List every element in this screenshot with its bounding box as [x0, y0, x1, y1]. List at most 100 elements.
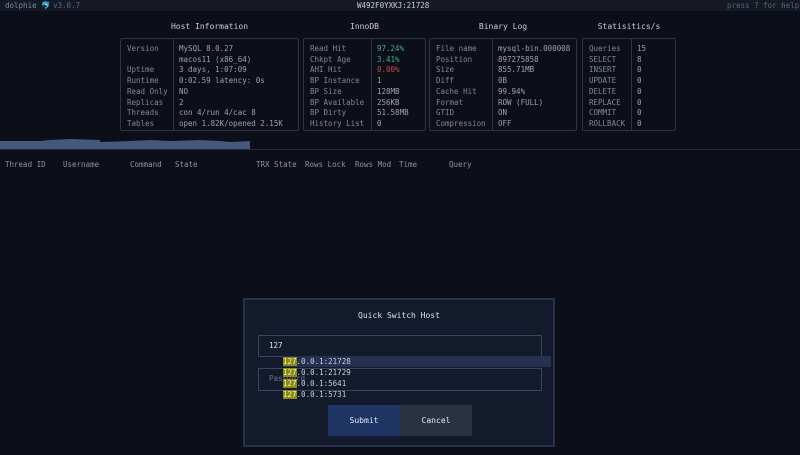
row-label: GTID	[436, 108, 455, 118]
row-value: 0	[637, 97, 642, 107]
row-label: Replicas	[127, 97, 164, 107]
column-header[interactable]: Rows Mod	[355, 160, 391, 169]
divider	[0, 149, 800, 150]
option-text: .0.0.1:21729	[296, 368, 351, 377]
panel-row: BP Available 256KB	[304, 98, 425, 109]
panel-row: Replicas 2	[121, 98, 298, 109]
stats-panel: Read Hit 97.24% Chkpt Age 3.41% AHI Hit 0.00%…	[303, 38, 426, 131]
panel-row: File name mysql-bin.000008	[430, 44, 576, 55]
option-text: .0.0.1:21728	[296, 357, 351, 366]
row-label: BP Size	[310, 86, 342, 96]
column-header[interactable]: Command	[130, 160, 162, 169]
panel-row: Diff 0B	[430, 76, 576, 87]
panel-title: Statisitics/s	[597, 22, 661, 31]
row-value: 897275858	[498, 54, 539, 64]
row-value: ROW (FULL)	[498, 97, 544, 107]
panel-row: SELECT 8	[583, 55, 675, 66]
row-label: Compression	[436, 118, 486, 128]
top-bar: dolphie 🐬 v3.0.7 W492F0YXKJ:21728 press …	[0, 0, 800, 11]
column-header[interactable]: Rows Lock	[305, 160, 346, 169]
row-label: Size	[436, 65, 455, 75]
row-label: Uptime	[127, 65, 155, 75]
row-value: 99.94%	[498, 86, 526, 96]
row-value: 0	[637, 65, 642, 75]
panel-row: macos11 (x86_64)	[121, 55, 298, 66]
column-header[interactable]: State	[175, 160, 198, 169]
row-value: 0:02.59 latency: 0s	[179, 76, 265, 86]
row-value: 256KB	[377, 97, 400, 107]
panel-row: Read Only NO	[121, 87, 298, 98]
row-value: 0	[637, 86, 642, 96]
panel-row: Read Hit 97.24%	[304, 44, 425, 55]
match-highlight: 127	[283, 368, 297, 377]
submit-button[interactable]: Submit	[328, 405, 400, 436]
panel-row: Runtime 0:02.59 latency: 0s	[121, 76, 298, 87]
row-label: AHI Hit	[310, 65, 342, 75]
panel-row: REPLACE 0	[583, 98, 675, 109]
row-value: 855.71MB	[498, 65, 535, 75]
option-text: .0.0.1:5731	[296, 390, 347, 399]
row-value: NO	[179, 86, 189, 96]
row-label: BP Instance	[310, 76, 360, 86]
cancel-button[interactable]: Cancel	[400, 405, 472, 436]
column-header[interactable]: Time	[399, 160, 417, 169]
panel-row: BP Dirty 51.58MB	[304, 108, 425, 119]
stats-panel: Queries 15 SELECT 8 INSERT 0 UPDATE 0 DELETE 0 REP…	[582, 38, 676, 131]
row-label: File name	[436, 44, 477, 53]
host-option[interactable]: 127.0.0.1:21728	[283, 356, 551, 367]
match-highlight: 127	[283, 357, 297, 366]
row-value: 0.00%	[377, 65, 400, 75]
row-value: 0	[637, 118, 642, 128]
row-value: con 4/run 4/cac 8	[179, 108, 256, 118]
app-name: dolphie	[5, 1, 37, 10]
row-label: Cache Hit	[436, 86, 477, 96]
row-value: MySQL 8.0.27	[179, 44, 234, 53]
option-text: .0.0.1:5641	[296, 379, 347, 388]
host-option[interactable]: 127.0.0.1:21729	[283, 367, 351, 378]
row-label: Tables	[127, 118, 155, 128]
row-label: INSERT	[589, 65, 617, 75]
row-label: REPLACE	[589, 97, 621, 107]
panel-row: ROLLBACK 0	[583, 119, 675, 130]
row-value: 51.58MB	[377, 108, 409, 118]
host-option[interactable]: 127.0.0.1:5641	[283, 378, 346, 389]
column-header[interactable]: TRX State	[256, 160, 297, 169]
panel-row: Size 855.71MB	[430, 65, 576, 76]
column-header[interactable]: Username	[63, 160, 99, 169]
panel-title: Binary Log	[478, 22, 528, 31]
panel-row: Compression OFF	[430, 119, 576, 130]
row-label: Read Only	[127, 86, 168, 96]
host-input[interactable]: 127	[258, 335, 542, 357]
stats-panel: File name mysql-bin.000008 Position 8972758…	[429, 38, 577, 131]
help-hint: press ? for help	[727, 1, 800, 10]
host-name: W492F0YXKJ:21728	[357, 1, 430, 10]
panel-row: Chkpt Age 3.41%	[304, 55, 425, 66]
row-label: Diff	[436, 76, 455, 86]
row-value: 3.41%	[377, 54, 400, 64]
dialog-title: Quick Switch Host	[358, 311, 440, 320]
panel-row: COMMIT 0	[583, 108, 675, 119]
panel-row: Tables open 1.82K/opened 2.15K	[121, 119, 298, 130]
app-version: v3.0.7	[53, 1, 81, 10]
panel-row: Version MySQL 8.0.27	[121, 44, 298, 55]
row-label: Position	[436, 54, 473, 64]
row-value: mysql-bin.000008	[498, 44, 571, 53]
row-label: COMMIT	[589, 108, 617, 118]
panel-row: INSERT 0	[583, 65, 675, 76]
row-label: History List	[310, 118, 365, 128]
column-header[interactable]: Query	[449, 160, 472, 169]
row-label: Queries	[589, 44, 621, 53]
row-value: 0B	[498, 76, 508, 86]
panel-title: Host Information	[170, 22, 249, 31]
panel-row: Cache Hit 99.94%	[430, 87, 576, 98]
host-option[interactable]: 127.0.0.1:5731	[283, 389, 346, 400]
row-label: Format	[436, 97, 464, 107]
row-value: ON	[498, 108, 508, 118]
row-value: 128MB	[377, 86, 400, 96]
match-highlight: 127	[283, 379, 297, 388]
panel-row: Format ROW (FULL)	[430, 98, 576, 109]
row-label: Read Hit	[310, 44, 347, 53]
row-label: Runtime	[127, 76, 159, 86]
panel-title: InnoDB	[350, 22, 379, 31]
column-header[interactable]: Thread ID	[5, 160, 46, 169]
